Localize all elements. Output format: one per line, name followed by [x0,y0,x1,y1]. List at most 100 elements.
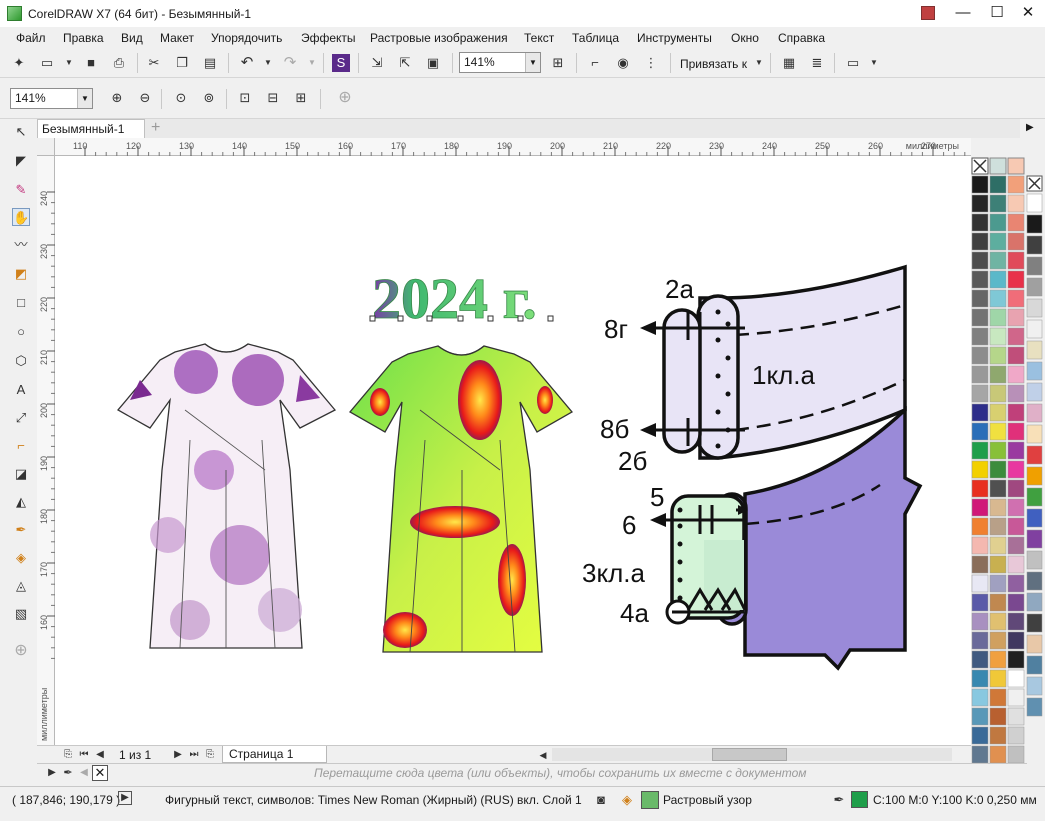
full-screen-preview-icon[interactable]: ⊞ [549,54,567,72]
view-mode-icon[interactable]: ◉ [614,54,632,72]
zoom-in-icon[interactable]: ⊕ [108,89,126,107]
add-toolbar-item-icon[interactable]: ⊕ [336,89,354,107]
snap-dropdown-icon[interactable]: ▼ [750,54,768,72]
pick-tool-icon[interactable]: ↖ [12,123,30,141]
menu-tools[interactable]: Инструменты [637,31,712,45]
snap-to-button[interactable]: Привязать к [680,57,747,71]
rectangle-tool-icon[interactable]: □ [12,294,30,312]
zoom-level-combo[interactable]: 141% ▼ [459,52,541,73]
polygon-tool-icon[interactable]: ⬡ [12,352,30,370]
vertical-ruler[interactable]: 240 230 220 210 200 190 180 170 160 миллиметры [37,156,55,746]
undo-icon[interactable]: ↶ [238,54,256,72]
fill-pattern-swatch-icon[interactable] [641,791,659,809]
horizontal-scrollbar-thumb[interactable] [712,748,787,761]
menu-layout[interactable]: Макет [160,31,194,45]
pan-tool-icon[interactable]: ✋ [12,208,30,226]
import-icon[interactable]: ⇲ [368,54,386,72]
year-artistic-text[interactable]: 2024 г. [372,266,538,332]
palette-swatch [1007,479,1025,498]
print-icon[interactable]: ⎙ [110,54,128,72]
horizontal-scrollbar-track[interactable] [552,748,952,761]
application-launcher-icon[interactable]: ≣ [808,54,826,72]
menu-edit[interactable]: Правка [63,31,104,45]
document-palette-scroll-icon[interactable]: ◀ [75,764,93,782]
ruler-origin[interactable] [37,138,55,156]
menu-window[interactable]: Окно [731,31,759,45]
add-tool-icon[interactable]: ⊕ [12,642,30,660]
user-avatar-icon[interactable] [921,6,935,20]
status-menu-icon[interactable]: ▶ [118,791,132,805]
freehand-tool-icon[interactable]: 〰 [12,236,30,254]
redo-dropdown-icon[interactable]: ▼ [303,54,321,72]
outline-color-swatch-icon[interactable] [851,791,868,808]
open-dropdown-icon[interactable]: ▼ [60,54,78,72]
zoom-out-icon[interactable]: ⊖ [136,89,154,107]
drop-shadow-tool-icon[interactable]: ◪ [12,465,30,483]
add-page-after-icon[interactable]: ⎘ [201,746,219,764]
no-color-swatch-icon[interactable]: ✕ [92,765,108,781]
transparency-tool-icon[interactable]: ◭ [12,493,30,511]
connector-tool-icon[interactable]: ⌐ [12,437,30,455]
new-tab-icon[interactable]: + [151,119,160,137]
menu-arrange[interactable]: Упорядочить [211,31,282,45]
search-content-icon[interactable]: S [332,54,350,72]
palette-swatch [1007,688,1025,707]
undo-dropdown-icon[interactable]: ▼ [259,54,277,72]
interactive-fill-tool-icon[interactable]: ◈ [12,549,30,567]
menu-effects[interactable]: Эффекты [301,31,356,45]
outline-pen-tool-icon[interactable]: ◬ [12,577,30,595]
open-folder-icon[interactable]: ▭ [38,54,56,72]
menu-help[interactable]: Справка [778,31,825,45]
cut-icon[interactable]: ✂ [145,54,163,72]
smart-fill-tool-icon[interactable]: ◩ [12,265,30,283]
welcome-screen-icon[interactable]: ▭ [844,54,862,72]
close-button[interactable]: ✕ [1013,4,1043,24]
menu-bitmaps[interactable]: Растровые изображения [370,31,508,45]
menu-view[interactable]: Вид [121,31,143,45]
eyedropper-tool-icon[interactable]: ✒ [12,521,30,539]
document-tab[interactable]: Безымянный-1 [37,119,145,138]
publish-pdf-icon[interactable]: ▣ [424,54,442,72]
minimize-button[interactable]: — [948,4,978,24]
zoom-to-page-icon[interactable]: ⊡ [236,89,254,107]
previous-page-icon[interactable]: ◀ [91,746,109,764]
shape-tool-icon[interactable]: ◤ [12,152,30,170]
launcher-dropdown-icon[interactable]: ▼ [865,54,883,72]
page-tab[interactable]: Страница 1 [222,746,327,763]
show-grid-icon[interactable]: ⋮ [642,54,660,72]
horizontal-ruler[interactable]: 110 120 130 140 150 160 170 180 190 200 210 220 230 2… [55,138,976,156]
menu-file[interactable]: Файл [16,31,46,45]
paste-icon[interactable]: ▤ [201,54,219,72]
save-icon[interactable]: ■ [82,54,100,72]
zoom-level-property-combo[interactable]: 141% ▼ [10,88,93,109]
new-document-icon[interactable]: ✦ [10,54,28,72]
zoom-property-dropdown-icon[interactable]: ▼ [77,89,92,108]
dress-green-fractal[interactable] [349,345,573,653]
smart-drawing-tool-icon[interactable]: ▧ [12,605,30,623]
text-tool-icon[interactable]: A [12,381,30,399]
menu-table[interactable]: Таблица [572,31,619,45]
export-icon[interactable]: ⇱ [396,54,414,72]
crop-tool-icon[interactable]: ✎ [12,181,30,199]
zoom-to-page-width-icon[interactable]: ⊟ [264,89,282,107]
scroll-left-icon[interactable]: ◀ [534,746,552,764]
show-rulers-icon[interactable]: ⌐ [586,54,604,72]
color-proof-icon[interactable]: ◙ [592,791,610,809]
dimension-tool-icon[interactable]: ⤢ [12,409,30,427]
zoom-dropdown-icon[interactable]: ▼ [525,53,540,72]
restore-button[interactable]: ☐ [982,4,1012,24]
drawing-canvas[interactable]: 2024 г. 2а 8г 1кл.а 8б 2б 5 6 3кл.а 4а [55,156,971,746]
palette-swatch [1007,631,1025,650]
zoom-to-all-objects-icon[interactable]: ⊚ [200,89,218,107]
palette-swatch [1026,298,1043,318]
palette-swatch [1007,745,1025,764]
zoom-to-selected-icon[interactable]: ⊙ [172,89,190,107]
copy-icon[interactable]: ❐ [173,54,191,72]
redo-icon[interactable]: ↷ [281,54,299,72]
dress-purple-print[interactable] [116,343,337,649]
menu-text[interactable]: Текст [524,31,554,45]
ellipse-tool-icon[interactable]: ○ [12,323,30,341]
docker-expand-icon[interactable]: ▶ [1026,122,1034,133]
options-icon[interactable]: ▦ [780,54,798,72]
zoom-to-page-height-icon[interactable]: ⊞ [292,89,310,107]
